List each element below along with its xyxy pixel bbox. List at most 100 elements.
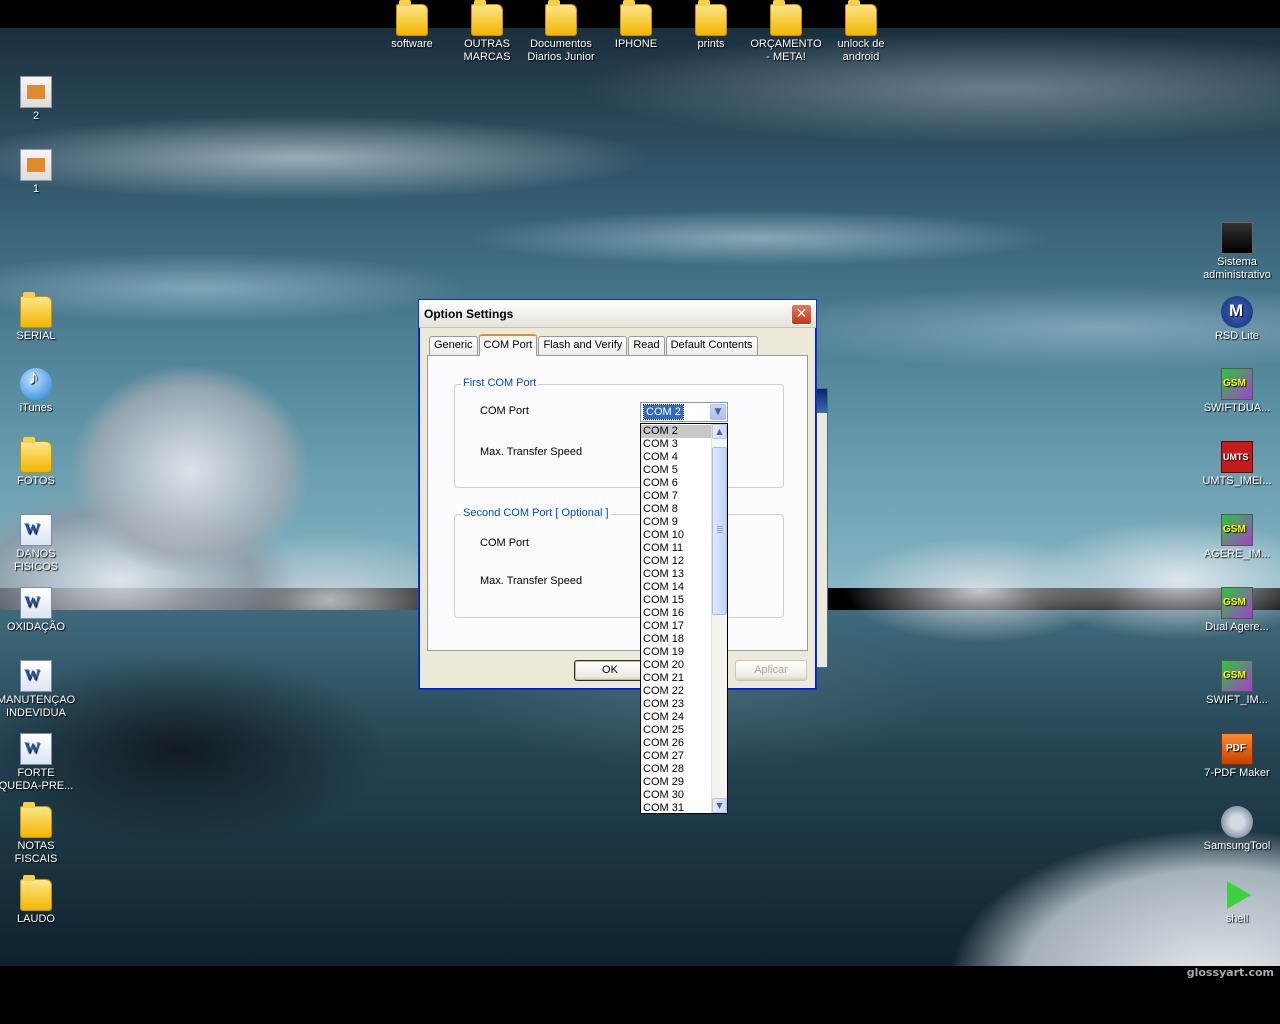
- close-button[interactable]: ✕: [791, 304, 812, 325]
- desktop-icon-top-0[interactable]: software: [373, 0, 451, 51]
- dropdown-option[interactable]: COM 21: [641, 672, 712, 685]
- desktop-icon-label: NOTAS FISCAIS: [14, 840, 58, 865]
- word-document-icon: [20, 733, 52, 765]
- dropdown-option[interactable]: COM 27: [641, 750, 712, 763]
- dropdown-option[interactable]: COM 19: [641, 646, 712, 659]
- dropdown-option[interactable]: COM 2: [641, 425, 712, 438]
- dropdown-option[interactable]: COM 16: [641, 607, 712, 620]
- dropdown-option[interactable]: COM 29: [641, 776, 712, 789]
- dropdown-option[interactable]: COM 14: [641, 581, 712, 594]
- dropdown-option[interactable]: COM 25: [641, 724, 712, 737]
- desktop-icon-right-2[interactable]: SWIFTDUA...: [1198, 368, 1276, 415]
- dropdown-option[interactable]: COM 4: [641, 451, 712, 464]
- folder-icon: [20, 437, 52, 473]
- desktop-icon-right-1[interactable]: RSD Lite: [1198, 296, 1276, 343]
- dropdown-option[interactable]: COM 17: [641, 620, 712, 633]
- dropdown-option[interactable]: COM 3: [641, 438, 712, 451]
- com-port-dropdown-list[interactable]: COM 2 COM 3 COM 4 COM 5 COM 6 COM 7 COM 8 COM 9…: [640, 423, 728, 814]
- file-icon: [20, 149, 52, 181]
- first-com-port-value: COM 2: [643, 404, 684, 420]
- dropdown-option[interactable]: COM 13: [641, 568, 712, 581]
- desktop-icon-label: Dual Agere...: [1205, 621, 1269, 633]
- dropdown-option[interactable]: COM 6: [641, 477, 712, 490]
- itunes-icon: [20, 368, 52, 400]
- desktop-icon-right-8[interactable]: SamsungTool: [1198, 806, 1276, 853]
- desktop-icon-left-1[interactable]: 1: [0, 149, 75, 196]
- dropdown-option[interactable]: COM 8: [641, 503, 712, 516]
- desktop-icon-left-0[interactable]: 2: [0, 76, 75, 123]
- tab-strip: Generic COM Port Flash and Verify Read D…: [429, 334, 759, 356]
- dropdown-option[interactable]: COM 31: [641, 802, 712, 813]
- word-document-icon: [20, 514, 52, 546]
- desktop-icon-right-7[interactable]: 7-PDF Maker: [1198, 733, 1276, 780]
- dropdown-option[interactable]: COM 11: [641, 542, 712, 555]
- dropdown-option[interactable]: COM 18: [641, 633, 712, 646]
- gsm-icon: [1221, 660, 1253, 692]
- dropdown-option[interactable]: COM 20: [641, 659, 712, 672]
- dropdown-scrollbar[interactable]: ▲ ▼: [711, 424, 727, 813]
- ok-button[interactable]: OK: [574, 660, 646, 681]
- desktop-icon-label: UMTS_IMEI...: [1202, 475, 1272, 487]
- desktop-icon-right-3[interactable]: UMTS_IMEI...: [1198, 441, 1276, 488]
- first-com-port-group: First COM Port COM Port Max. Transfer Sp…: [454, 377, 784, 488]
- desktop-icon-top-4[interactable]: prints: [672, 0, 750, 51]
- desktop-icon-left-5[interactable]: DANOS FISICOS: [0, 514, 75, 574]
- desktop-icon-right-4[interactable]: AGERE_IM...: [1198, 514, 1276, 561]
- desktop-icon-label: FOTOS: [17, 475, 55, 487]
- desktop-icon-label: 1: [32, 183, 40, 195]
- dropdown-option[interactable]: COM 28: [641, 763, 712, 776]
- scroll-up-button[interactable]: ▲: [712, 424, 727, 439]
- dropdown-option[interactable]: COM 30: [641, 789, 712, 802]
- desktop-icon-right-6[interactable]: SWIFT_IM...: [1198, 660, 1276, 707]
- dropdown-option[interactable]: COM 23: [641, 698, 712, 711]
- desktop-icon-label: 2: [32, 110, 40, 122]
- desktop-icon-top-6[interactable]: unlock de android: [822, 0, 900, 64]
- word-document-icon: [20, 587, 52, 619]
- combo-dropdown-button[interactable]: ▼: [710, 404, 726, 420]
- dropdown-option[interactable]: COM 24: [641, 711, 712, 724]
- folder-icon: [471, 0, 503, 36]
- tab-generic[interactable]: Generic: [429, 336, 478, 355]
- desktop-icon-top-3[interactable]: IPHONE: [597, 0, 675, 51]
- apply-button[interactable]: Aplicar: [735, 660, 807, 681]
- first-com-port-select[interactable]: COM 2 ▼: [640, 402, 728, 422]
- tab-read[interactable]: Read: [628, 336, 665, 355]
- desktop-icon-left-2[interactable]: SERIAL: [0, 292, 75, 343]
- desktop-icon-left-7[interactable]: MANUTENÇAO INDEVIDUA: [0, 660, 75, 720]
- dropdown-option[interactable]: COM 12: [641, 555, 712, 568]
- desktop-icon-label: AGERE_IM...: [1203, 548, 1271, 560]
- dropdown-option[interactable]: COM 9: [641, 516, 712, 529]
- desktop-icon-top-5[interactable]: ORÇAMENTO - META!: [747, 0, 825, 64]
- desktop-icon-left-8[interactable]: FORTE QUEDA-PRE...: [0, 733, 75, 793]
- first-com-port-legend: First COM Port: [461, 377, 539, 389]
- tab-default-contents[interactable]: Default Contents: [665, 336, 758, 355]
- desktop-icon-left-3[interactable]: iTunes: [0, 368, 75, 415]
- desktop-icon-right-9[interactable]: shell: [1198, 879, 1276, 926]
- dropdown-option[interactable]: COM 15: [641, 594, 712, 607]
- scroll-down-button[interactable]: ▼: [712, 798, 727, 813]
- dropdown-option[interactable]: COM 5: [641, 464, 712, 477]
- tab-flash-and-verify[interactable]: Flash and Verify: [538, 336, 628, 355]
- shell-icon: [1221, 879, 1253, 911]
- desktop-icon-top-2[interactable]: Documentos Diarios Junior: [522, 0, 600, 64]
- tab-com-port[interactable]: COM Port: [478, 334, 538, 356]
- desktop-icon-label: 7-PDF Maker: [1204, 767, 1270, 779]
- desktop-icon-label: iTunes: [19, 402, 53, 414]
- dropdown-option[interactable]: COM 22: [641, 685, 712, 698]
- desktop-icon-top-1[interactable]: OUTRAS MARCAS: [448, 0, 526, 64]
- dropdown-option[interactable]: COM 26: [641, 737, 712, 750]
- desktop-icon-right-5[interactable]: Dual Agere...: [1198, 587, 1276, 634]
- dialog-titlebar[interactable]: Option Settings ✕: [419, 300, 816, 328]
- desktop-icon-left-9[interactable]: NOTAS FISCAIS: [0, 802, 75, 866]
- desktop-icon-left-4[interactable]: FOTOS: [0, 437, 75, 488]
- dropdown-option[interactable]: COM 7: [641, 490, 712, 503]
- desktop-icon-label: SWIFTDUA...: [1203, 402, 1271, 414]
- desktop-icon-left-10[interactable]: LAUDO: [0, 875, 75, 926]
- desktop-icon-label: OXIDAÇÃO: [6, 621, 66, 633]
- desktop-icon-right-0[interactable]: Sistema administrativo: [1198, 222, 1276, 282]
- folder-icon: [20, 875, 52, 911]
- dropdown-option[interactable]: COM 10: [641, 529, 712, 542]
- desktop-icon-left-6[interactable]: OXIDAÇÃO: [0, 587, 75, 634]
- gsm-icon: [1221, 368, 1253, 400]
- scrollbar-thumb[interactable]: [712, 447, 727, 615]
